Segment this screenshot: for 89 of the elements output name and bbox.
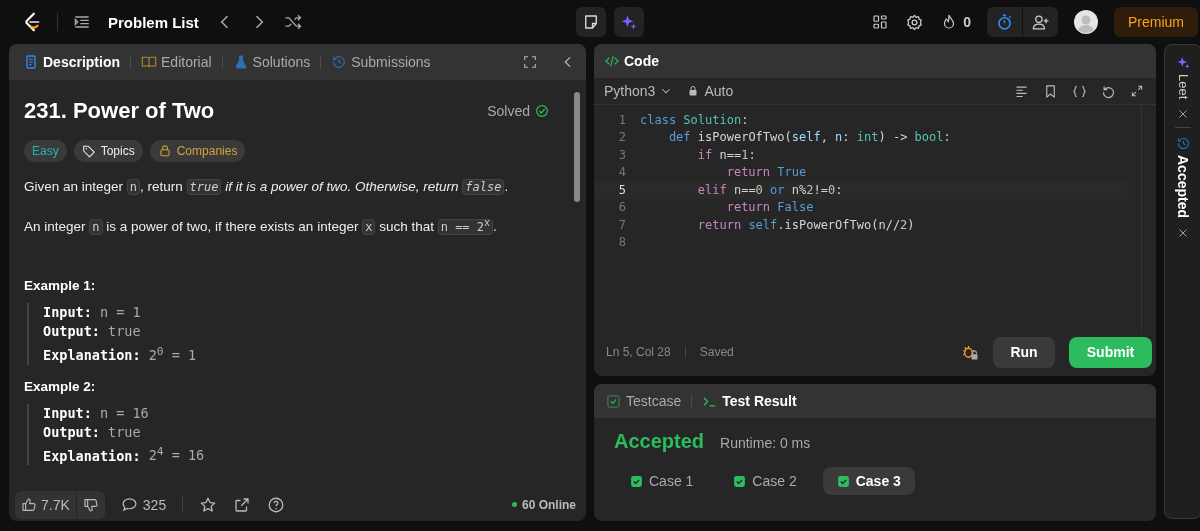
star-icon[interactable] [199, 495, 218, 514]
side-tab[interactable]: Leet [1175, 53, 1191, 102]
code-line: class Solution: [640, 112, 749, 127]
code-line: def isPowerOfTwo(self, n: int) -> bool: [667, 130, 951, 145]
history-icon [331, 54, 348, 70]
sparkle-icon [1175, 55, 1191, 70]
braces-icon[interactable] [1072, 83, 1087, 99]
lock-icon [687, 85, 700, 97]
panel-tab[interactable]: Editorial [139, 52, 214, 72]
online-dot [511, 502, 517, 507]
passed-check-icon [630, 474, 643, 488]
settings-icon[interactable] [905, 12, 925, 32]
auto-mode-toggle[interactable]: Auto [687, 83, 734, 99]
problem-list-link[interactable]: Problem List [106, 9, 201, 35]
online-count: 60 Online [521, 497, 576, 512]
line-number: 3 [617, 147, 627, 162]
language-dropdown[interactable]: Python3 [604, 83, 674, 99]
thumbs-down-icon [82, 496, 99, 513]
example-heading: Example 1: [24, 278, 97, 293]
code-line: return True [725, 165, 807, 180]
example-line: Explanation: 2$^{4}$ = 16 [43, 443, 206, 465]
cursor-position: Ln 5, Col 28 [606, 345, 671, 359]
run-button[interactable]: Run [993, 336, 1055, 368]
problem-statement: Given an integer n , return true if it is a power of two. Otherwise, return false . [24, 178, 510, 197]
layout-icon[interactable] [871, 13, 890, 31]
bookmark-icon[interactable] [1043, 83, 1058, 99]
line-number: 8 [617, 235, 627, 250]
document-icon [23, 54, 39, 70]
check-circle-icon [534, 103, 550, 119]
panel-tab[interactable]: Submissions [329, 52, 433, 72]
thumbs-up-icon [21, 496, 37, 513]
problem-statement: An integer n is a power of two, if there exists an integer x such that n == 2$^{x}$ . [24, 216, 498, 237]
comment-icon [120, 496, 138, 513]
line-number: 1 [617, 112, 627, 127]
history-icon [1175, 136, 1191, 152]
panel-tab[interactable]: Testcase [604, 391, 684, 411]
line-number: 2 [617, 130, 627, 145]
example-line: Output: true [43, 422, 142, 442]
example-line: Output: true [43, 322, 142, 341]
code-icon [604, 53, 620, 69]
line-number: 6 [617, 200, 627, 215]
sparkle-icon [619, 13, 638, 31]
example-line: Input: n = 1 [43, 303, 142, 322]
passed-check-icon [836, 474, 850, 488]
panel-tab[interactable]: Description [21, 52, 122, 72]
runtime-label: Runtime: 0 ms [720, 435, 811, 451]
book-icon [141, 54, 157, 70]
share-icon[interactable] [233, 495, 252, 514]
ai-button[interactable] [613, 7, 644, 37]
case-tab[interactable]: Case 1 [616, 467, 708, 495]
comments-button[interactable]: 325 [120, 496, 167, 513]
lock-icon [157, 144, 172, 158]
case-tab[interactable]: Case 2 [719, 467, 811, 495]
case-tab[interactable]: Case 3 [822, 467, 915, 495]
topics-button[interactable]: Topics [73, 140, 143, 162]
tag-icon [81, 144, 96, 158]
companies-button[interactable]: Companies [149, 140, 246, 162]
example-line: Explanation: 2$^{0}$ = 1 [43, 343, 198, 365]
code-line: return False [725, 200, 814, 215]
panel-title: Code [624, 53, 659, 69]
note-button[interactable] [575, 7, 606, 37]
example-line: Input: n = 16 [43, 403, 150, 423]
debugger-icon[interactable] [961, 343, 979, 361]
passed-check-icon [733, 474, 747, 488]
difficulty-tag[interactable]: Easy [24, 140, 67, 162]
line-number: 5 [617, 182, 627, 197]
side-tab[interactable]: Accepted [1175, 134, 1191, 221]
expand-icon[interactable] [1130, 84, 1144, 98]
result-verdict: Accepted [614, 430, 705, 453]
code-line: elif n==0 or n%2!=0: [696, 182, 843, 197]
timer-invite-group[interactable] [987, 7, 1058, 37]
problem-title: 231. Power of Two [24, 98, 215, 124]
line-number: 7 [617, 217, 627, 232]
save-status: Saved [699, 345, 734, 359]
panel-tab[interactable]: Solutions [230, 52, 313, 72]
solved-status: Solved [487, 103, 530, 119]
fullscreen-icon[interactable] [522, 54, 538, 70]
avatar-icon[interactable] [1074, 10, 1098, 34]
premium-button[interactable]: Premium [1114, 7, 1198, 37]
line-number: 4 [617, 165, 627, 180]
checkbox-icon [606, 393, 621, 409]
example-heading: Example 2: [24, 378, 97, 394]
streak-count: 0 [963, 14, 971, 30]
code-line: return self.isPowerOfTwo(n//2) [696, 217, 915, 232]
panel-tab[interactable]: Test Result [700, 391, 799, 411]
code-line: if n==1: [696, 147, 756, 162]
timer-icon[interactable] [995, 12, 1014, 32]
format-icon[interactable] [1014, 83, 1029, 99]
help-icon[interactable] [267, 495, 286, 514]
